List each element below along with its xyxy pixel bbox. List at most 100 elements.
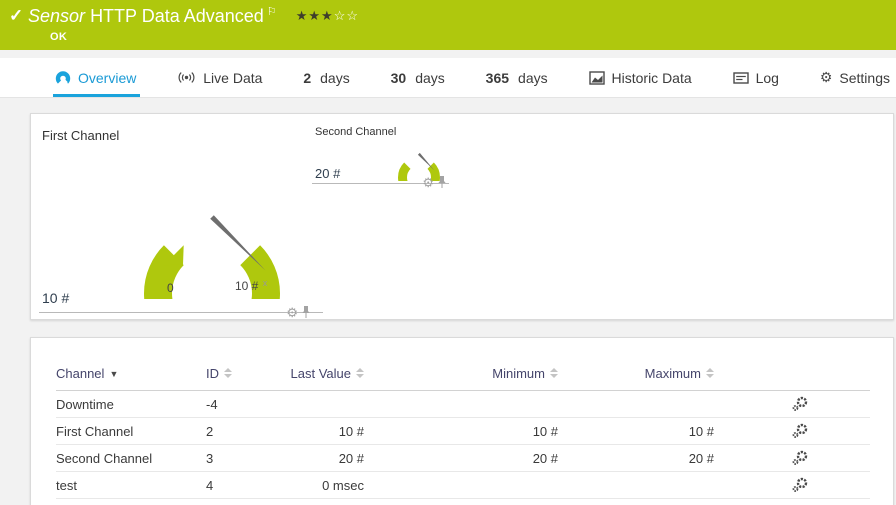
priority-stars[interactable]: ★★★☆☆ [296,8,359,23]
column-header-minimum[interactable]: Minimum [364,366,558,391]
column-header-maximum[interactable]: Maximum [558,366,714,391]
tab-label: days [415,69,445,86]
table-row: Second Channel 3 20 # 20 # 20 # [56,444,870,472]
column-header-id[interactable]: ID [206,366,266,391]
channel-settings-gears-icon[interactable] [792,396,808,412]
tab-number: 365 [485,69,510,86]
cell-id: 2 [206,417,266,445]
tab-label: Historic Data [611,69,692,86]
stars-filled[interactable]: ★★★ [296,8,334,23]
status-ok-check-icon: ✓ [9,6,24,25]
cell-maximum: 10 # [558,417,714,445]
column-label: Last Value [290,366,351,381]
pin-icon[interactable] [437,175,447,189]
tab-historic-data[interactable]: Historic Data [588,58,692,97]
stars-empty[interactable]: ☆☆ [334,8,359,23]
sensor-status-banner: ✓ Sensor HTTP Data Advanced ⚐ ★★★☆☆ OK [0,0,896,50]
cell-id: -4 [206,390,266,418]
second-channel-gauge-chart [398,152,440,181]
sort-desc-icon: ▼ [109,369,119,379]
cell-last-value: 20 # [266,444,364,472]
column-label: Channel [56,366,105,381]
log-list-icon [732,71,749,84]
cell-maximum [558,390,714,418]
cell-minimum [364,390,558,418]
tab-label: Log [755,69,779,86]
tab-settings[interactable]: ⚙ Settings [820,58,890,97]
channels-table: Channel ▼ ID Last Value Minimum Maximum [56,366,870,499]
cell-maximum [558,471,714,499]
tab-30-days[interactable]: 30 days [391,58,445,97]
gauge-controls: ⚙ [422,175,447,189]
column-label: Minimum [492,366,545,381]
channel-settings-gears-icon[interactable] [792,477,808,493]
gauge-current-value: 10 # [42,290,70,306]
gauge-second-channel: Second Channel 20 # ⚙ [312,122,449,189]
sort-icon [224,368,232,378]
column-label: Maximum [644,366,701,381]
gauge-scale-min: 0 [167,281,174,295]
tab-number: 30 [390,69,407,86]
pin-icon[interactable] [301,305,311,319]
column-header-channel[interactable]: Channel ▼ [56,366,206,391]
tab-label: days [320,69,350,86]
gauge-current-value: 20 # [315,166,341,181]
sensor-title: Sensor HTTP Data Advanced ⚐ ★★★☆☆ [28,5,359,27]
sensor-tab-bar: Overview Live Data 2 days 30 days 365 da… [0,58,896,98]
tab-overview[interactable]: Overview [52,58,141,97]
needle-tip-marker: x [263,278,268,288]
tab-live-data[interactable]: Live Data [177,58,262,97]
gauge-gear-icon[interactable]: ⚙ [422,176,434,189]
first-channel-gauge-chart: x [144,215,280,299]
cell-last-value: 10 # [266,417,364,445]
cell-minimum [364,471,558,499]
table-row: First Channel 2 10 # 10 # 10 # [56,417,870,445]
cell-minimum: 10 # [364,417,558,445]
sort-icon [706,368,714,378]
tab-2-days[interactable]: 2 days [303,58,349,97]
tab-label: Live Data [203,69,263,86]
sensor-name: HTTP Data Advanced [90,6,264,26]
gauge-gear-icon[interactable]: ⚙ [286,306,298,319]
column-header-last-value[interactable]: Last Value [266,366,364,391]
cell-channel: Second Channel [56,444,206,472]
cell-channel: First Channel [56,417,206,445]
channel-settings-gears-icon[interactable] [792,423,808,439]
gauge-icon [55,70,71,84]
cell-id: 3 [206,444,266,472]
cell-maximum: 20 # [558,444,714,472]
cell-channel: test [56,471,206,499]
gauge-title: First Channel [42,128,120,143]
cell-last-value [266,390,364,418]
sort-icon [550,368,558,378]
gauge-controls: ⚙ [286,305,311,319]
tab-label: Settings [839,69,890,86]
broadcast-icon [178,72,195,83]
status-badge: OK [50,31,68,43]
channel-settings-gears-icon[interactable] [792,450,808,466]
cell-minimum: 20 # [364,444,558,472]
gauge-title: Second Channel [315,126,397,138]
tab-log[interactable]: Log [732,58,779,97]
object-type-label: Sensor [28,6,86,26]
column-header-actions [714,366,870,391]
tab-365-days[interactable]: 365 days [486,58,548,97]
cell-last-value: 0 msec [266,471,364,499]
gear-icon: ⚙ [819,69,833,85]
gauges-panel: First Channel x 0 10 # 10 # ⚙ Second Cha… [30,113,894,320]
column-label: ID [206,366,219,381]
tab-label: days [518,69,548,86]
flag-icon[interactable]: ⚐ [267,6,277,18]
cell-channel: Downtime [56,390,206,418]
tab-number: 2 [303,69,312,86]
area-chart-icon [588,70,605,85]
gauge-first-channel: First Channel x 0 10 # 10 # ⚙ [39,122,323,319]
sort-icon [356,368,364,378]
cell-id: 4 [206,471,266,499]
table-row: Downtime -4 [56,390,870,418]
table-row: test 4 0 msec [56,471,870,499]
tab-label: Overview [78,69,137,86]
table-header-row: Channel ▼ ID Last Value Minimum Maximum [56,366,870,391]
channels-panel: Channel ▼ ID Last Value Minimum Maximum [30,337,894,505]
gauge-scale-max: 10 # [235,279,259,293]
